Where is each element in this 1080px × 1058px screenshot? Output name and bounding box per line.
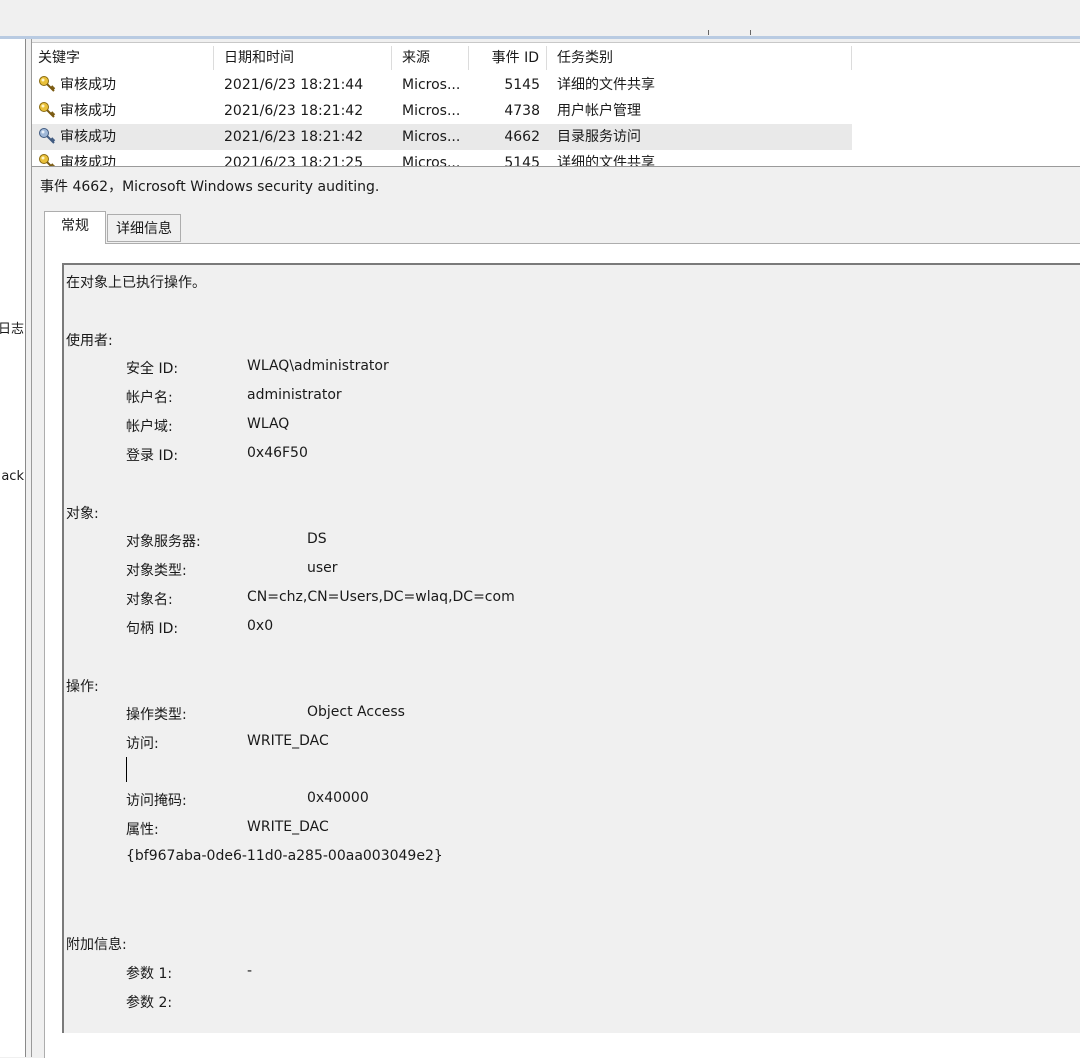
properties-guid: {bf967aba-0de6-11d0-a285-00aa003049e2} xyxy=(126,848,443,864)
row-event-id: 4738 xyxy=(504,103,540,119)
row-task-category: 目录服务访问 xyxy=(557,129,641,145)
pane-splitter[interactable] xyxy=(26,39,32,1057)
top-toolbar xyxy=(0,0,1080,36)
access-value: WRITE_DAC xyxy=(247,733,329,749)
table-row-selected[interactable]: 审核成功 2021/6/23 18:21:42 Micros... 4662 目… xyxy=(32,124,852,150)
column-header-keyword[interactable]: 关键字 xyxy=(32,46,214,70)
message-intro: 在对象上已执行操作。 xyxy=(66,275,206,291)
operation-heading: 操作: xyxy=(66,679,99,695)
object-type-label: 对象类型: xyxy=(126,563,187,579)
text-caret xyxy=(126,757,127,782)
parameter-2-label: 参数 2: xyxy=(126,995,173,1011)
security-id-label: 安全 ID: xyxy=(126,361,179,377)
object-server-label: 对象服务器: xyxy=(126,534,201,550)
row-keyword: 审核成功 xyxy=(60,155,116,167)
row-datetime: 2021/6/23 18:21:44 xyxy=(224,77,364,93)
key-icon xyxy=(38,150,60,166)
toolbar-tick xyxy=(708,30,709,35)
row-task-category: 详细的文件共享 xyxy=(557,77,655,93)
key-icon xyxy=(38,124,60,150)
object-name-label: 对象名: xyxy=(126,592,173,608)
column-header-source[interactable]: 来源 xyxy=(392,46,469,70)
row-source: Micros... xyxy=(402,77,461,93)
row-datetime: 2021/6/23 18:21:42 xyxy=(224,103,364,119)
properties-value: WRITE_DAC xyxy=(247,819,329,835)
row-keyword: 审核成功 xyxy=(60,129,116,145)
operation-type-label: 操作类型: xyxy=(126,707,187,723)
properties-label: 属性: xyxy=(126,822,159,838)
toolbar-tick xyxy=(750,30,751,35)
parameter-1-value: - xyxy=(247,963,253,979)
row-event-id: 5145 xyxy=(504,155,540,167)
account-domain-value: WLAQ xyxy=(247,416,290,432)
access-label: 访问: xyxy=(126,736,159,752)
table-row[interactable]: 审核成功 2021/6/23 18:21:42 Micros... 4738 用… xyxy=(32,98,852,124)
row-datetime: 2021/6/23 18:21:25 xyxy=(224,155,364,167)
nav-item-fragment[interactable]: 日志 xyxy=(0,318,24,337)
account-name-value: administrator xyxy=(247,387,342,403)
list-header: 关键字 日期和时间 来源 事件 ID 任务类别 xyxy=(32,46,852,70)
toolbar-divider xyxy=(0,36,1080,39)
column-header-task-category[interactable]: 任务类别 xyxy=(547,46,852,70)
tab-general[interactable]: 常规 xyxy=(44,211,106,244)
account-name-label: 帐户名: xyxy=(126,390,173,406)
object-name-value: CN=chz,CN=Users,DC=wlaq,DC=com xyxy=(247,589,515,605)
row-source: Micros... xyxy=(402,155,461,167)
logon-id-value: 0x46F50 xyxy=(247,445,308,461)
row-keyword: 审核成功 xyxy=(60,77,116,93)
parameter-1-label: 参数 1: xyxy=(126,966,173,982)
access-mask-label: 访问掩码: xyxy=(126,793,187,809)
row-task-category: 详细的文件共享 xyxy=(557,155,655,167)
event-detail-title: 事件 4662，Microsoft Windows security audit… xyxy=(40,179,380,195)
tab-details[interactable]: 详细信息 xyxy=(107,214,181,242)
row-datetime: 2021/6/23 18:21:42 xyxy=(224,129,364,145)
row-event-id: 5145 xyxy=(504,77,540,93)
event-message-textbox[interactable] xyxy=(62,263,1080,1033)
security-id-value: WLAQ\administrator xyxy=(247,358,389,374)
nav-item-fragment[interactable]: ack xyxy=(1,469,24,484)
handle-id-label: 句柄 ID: xyxy=(126,621,179,637)
column-header-datetime[interactable]: 日期和时间 xyxy=(214,46,392,70)
subject-heading: 使用者: xyxy=(66,333,113,349)
object-type-value: user xyxy=(307,560,338,576)
row-source: Micros... xyxy=(402,103,461,119)
object-heading: 对象: xyxy=(66,506,99,522)
logon-id-label: 登录 ID: xyxy=(126,448,179,464)
access-mask-value: 0x40000 xyxy=(307,790,369,806)
handle-id-value: 0x0 xyxy=(247,618,274,634)
table-row[interactable]: 审核成功 2021/6/23 18:21:25 Micros... 5145 详… xyxy=(32,150,852,167)
key-icon xyxy=(38,98,60,124)
navigation-pane[interactable]: 日志 ack xyxy=(0,39,26,1057)
column-header-event-id[interactable]: 事件 ID xyxy=(469,46,547,70)
additional-info-heading: 附加信息: xyxy=(66,937,127,953)
operation-type-value: Object Access xyxy=(307,704,405,720)
object-server-value: DS xyxy=(307,531,327,547)
row-task-category: 用户帐户管理 xyxy=(557,103,641,119)
event-list[interactable]: 关键字 日期和时间 来源 事件 ID 任务类别 审核成功 2021/6/23 1… xyxy=(32,42,1080,167)
row-event-id: 4662 xyxy=(504,129,540,145)
row-source: Micros... xyxy=(402,129,461,145)
table-row[interactable]: 审核成功 2021/6/23 18:21:44 Micros... 5145 详… xyxy=(32,72,852,98)
account-domain-label: 帐户域: xyxy=(126,419,173,435)
watermark: 安全客 ( www.anquanke.com ) xyxy=(934,1037,1068,1047)
row-keyword: 审核成功 xyxy=(60,103,116,119)
key-icon xyxy=(38,72,60,98)
